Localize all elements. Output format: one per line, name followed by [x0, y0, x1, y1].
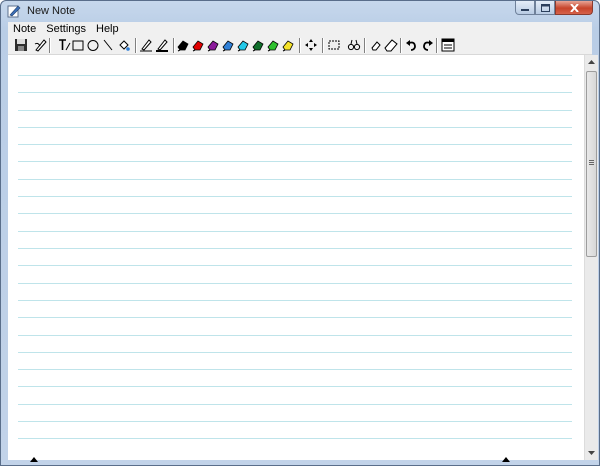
pen-color-icon[interactable] — [176, 38, 190, 52]
scroll-up-button[interactable] — [585, 56, 598, 68]
maximize-icon — [540, 3, 550, 12]
pencil-thick-icon[interactable] — [155, 38, 169, 52]
ruled-line — [18, 213, 572, 214]
pencil-thin-icon[interactable] — [139, 38, 153, 52]
redo-icon[interactable] — [420, 38, 434, 52]
ruled-line — [18, 161, 572, 162]
toolbar — [8, 36, 592, 55]
menu-help[interactable]: Help — [91, 22, 124, 36]
ruled-line — [18, 317, 572, 318]
ruled-line — [18, 300, 572, 301]
ellipse-tool-icon[interactable] — [86, 38, 100, 52]
app-window: New Note Note Settings Help — [0, 0, 600, 466]
ruled-line — [18, 248, 572, 249]
find-icon[interactable] — [347, 38, 361, 52]
pen-color-icon[interactable] — [281, 38, 295, 52]
menu-note[interactable]: Note — [8, 22, 41, 36]
pen-color-icon[interactable] — [266, 38, 280, 52]
ruled-line — [18, 438, 572, 439]
ruled-line — [18, 110, 572, 111]
vertical-scrollbar[interactable] — [584, 55, 598, 460]
pen-color-icon[interactable] — [236, 38, 250, 52]
fill-tool-icon[interactable] — [117, 38, 131, 52]
scroll-thumb[interactable] — [586, 71, 597, 257]
maximize-button[interactable] — [535, 1, 555, 15]
ruled-line — [18, 421, 572, 422]
ruled-line — [18, 127, 572, 128]
notepad-app-icon[interactable] — [7, 4, 21, 18]
toolbar-separator — [299, 38, 301, 53]
menu-bar: Note Settings Help — [8, 22, 592, 36]
pen-color-icon[interactable] — [221, 38, 235, 52]
ruled-line — [18, 144, 572, 145]
left-margin-marker — [30, 457, 38, 462]
line-tool-icon[interactable] — [101, 38, 115, 52]
ruled-line — [18, 265, 572, 266]
close-button[interactable] — [555, 1, 593, 15]
window-controls — [515, 1, 593, 17]
toolbar-separator — [436, 38, 438, 53]
close-icon — [569, 3, 579, 12]
pen-color-icon[interactable] — [251, 38, 265, 52]
eraser-small-icon[interactable] — [369, 38, 383, 52]
minimize-button[interactable] — [515, 1, 535, 15]
grip-line — [589, 160, 594, 161]
right-margin-marker — [502, 457, 510, 462]
select-move-icon[interactable] — [304, 38, 318, 52]
ruled-line — [18, 196, 572, 197]
select-rectangle-icon[interactable] — [327, 38, 341, 52]
window-title: New Note — [27, 5, 76, 17]
grip-line — [589, 162, 594, 163]
pen-settings-icon[interactable] — [34, 38, 48, 52]
ruled-line — [18, 369, 572, 370]
ruled-line — [18, 179, 572, 180]
scroll-down-button[interactable] — [585, 447, 598, 459]
pen-color-icon[interactable] — [191, 38, 205, 52]
ruled-line — [18, 75, 572, 76]
page-view-icon[interactable] — [441, 38, 455, 52]
arrow-up-icon — [588, 60, 595, 64]
toolbar-separator — [400, 38, 402, 53]
title-bar[interactable]: New Note — [1, 1, 599, 21]
ruled-line — [18, 386, 572, 387]
ruled-line — [18, 231, 572, 232]
menu-settings[interactable]: Settings — [41, 22, 91, 36]
ruled-line — [18, 335, 572, 336]
save-icon[interactable] — [14, 38, 28, 52]
ruled-line — [18, 92, 572, 93]
toolbar-separator — [173, 38, 175, 53]
eraser-large-icon[interactable] — [384, 38, 398, 52]
rectangle-tool-icon[interactable] — [71, 38, 85, 52]
grip-line — [589, 164, 594, 165]
toolbar-separator — [135, 38, 137, 53]
note-canvas[interactable] — [8, 55, 584, 460]
toolbar-separator — [49, 38, 51, 53]
ruled-line — [18, 283, 572, 284]
pen-color-icon[interactable] — [206, 38, 220, 52]
toolbar-separator — [322, 38, 324, 53]
toolbar-separator — [364, 38, 366, 53]
text-tool-icon[interactable] — [57, 38, 71, 52]
minimize-icon — [521, 8, 529, 11]
undo-icon[interactable] — [405, 38, 419, 52]
ruled-line — [18, 404, 572, 405]
ruled-line — [18, 352, 572, 353]
arrow-down-icon — [588, 451, 595, 455]
